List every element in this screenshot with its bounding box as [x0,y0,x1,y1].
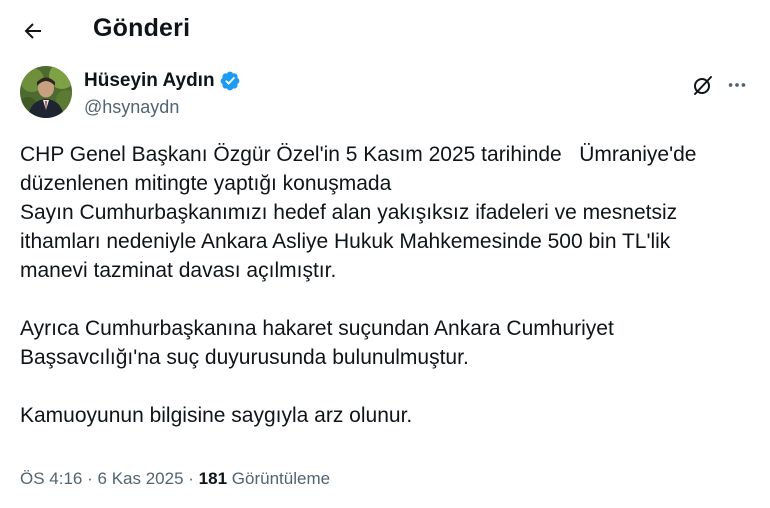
author-name[interactable]: Hüseyin Aydın [84,70,215,92]
tweet-author: Hüseyin Aydın @hsynaydn [20,66,750,122]
verified-badge-icon[interactable] [219,70,241,92]
meta-separator: · [87,469,93,488]
page-title: Gönderi [93,14,191,42]
top-bar: Gönderi [0,0,770,60]
tweet-text: CHP Genel Başkanı Özgür Özel'in 5 Kasım … [20,140,755,430]
name-row: Hüseyin Aydın [84,70,241,92]
more-horizontal-icon [728,83,746,87]
tweet-line: Ayrıca Cumhurbaşkanına hakaret suçundan … [20,317,614,340]
views-count: 181 [198,469,228,488]
tweet-line: manevi tazminat davası açılmıştır. [20,259,337,282]
tweet-line: Sayın Cumhurbaşkanımızı hedef alan yakış… [20,201,678,224]
author-handle[interactable]: @hsynaydn [84,97,179,118]
tweet-meta: ÖS 4:16 · 6 Kas 2025 · 181 Görüntüleme [20,469,330,489]
tweet-time[interactable]: ÖS 4:16 [20,469,82,488]
tweet-line: CHP Genel Başkanı Özgür Özel'in 5 Kasım … [20,143,697,166]
tweet-line: Başsavcılığı'na suç duyurusunda bulunulm… [20,346,469,369]
more-options-button[interactable] [722,72,752,98]
tweet-date[interactable]: 6 Kas 2025 [98,469,184,488]
tweet-line: Kamuoyunun bilgisine saygıyla arz olunur… [20,404,413,427]
arrow-left-icon [24,23,41,39]
grok-button[interactable] [690,72,716,98]
back-button[interactable] [14,14,52,48]
tweet-line: ithamları nedeniyle Ankara Asliye Hukuk … [20,230,671,253]
views-label: Görüntüleme [231,469,331,488]
tweet-line: düzenlenen mitingte yaptığı konuşmada [20,172,392,195]
grok-icon [694,76,712,95]
avatar[interactable] [20,66,72,118]
meta-separator: · [188,469,194,488]
